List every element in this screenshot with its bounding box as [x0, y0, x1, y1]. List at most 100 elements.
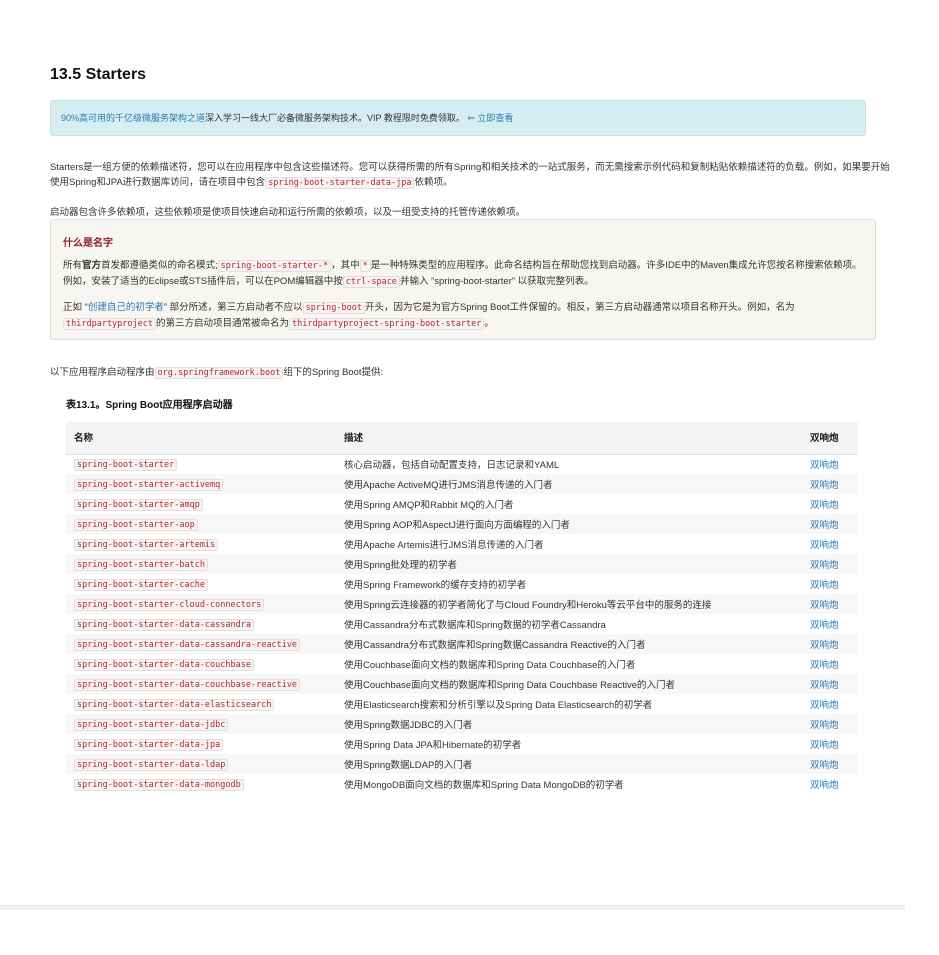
starter-description: 使用Apache ActiveMQ进行JMS消息传递的入门者	[336, 474, 802, 494]
starter-description: 使用Couchbase面向文档的数据库和Spring Data Couchbas…	[344, 660, 636, 671]
starter-pom-cell: 双响炮	[802, 774, 858, 794]
intro-paragraph-1: Starters是一组方便的依赖描述符，您可以在应用程序中包含这些描述符。您可以…	[50, 161, 890, 189]
inline-code: spring-boot-starter-data-jpa	[265, 176, 415, 189]
starter-description: 使用Couchbase面向文档的数据库和Spring Data Couchbas…	[336, 674, 802, 694]
column-header-pom: 双响炮	[802, 422, 858, 455]
pom-link[interactable]: 双响炮	[810, 660, 839, 671]
starter-description: 使用Spring AOP和AspectJ进行面向方面编程的入门者	[336, 514, 802, 534]
starter-pom-cell: 双响炮	[802, 674, 858, 694]
document-content: 13.5 Starters 90%高可用的千亿级微服务架构之道深入学习一线大厂必…	[0, 0, 905, 905]
table-header-row: 名称 描述 双响炮	[66, 422, 858, 455]
table-row: spring-boot-starter-data-cassandra-react…	[66, 634, 858, 654]
starter-name-cell: spring-boot-starter-data-jpa	[66, 734, 336, 754]
starter-name-cell: spring-boot-starter-cloud-connectors	[66, 594, 336, 614]
table-caption: 表13.1。Spring Boot应用程序启动器	[66, 400, 233, 411]
promo-banner: 90%高可用的千亿级微服务架构之道深入学习一线大厂必备微服务架构技术。VIP 教…	[50, 100, 866, 136]
starter-pom-cell: 双响炮	[802, 534, 858, 554]
starter-name: spring-boot-starter-data-cassandra-react…	[74, 638, 301, 651]
promo-link[interactable]: 90%高可用的千亿级微服务架构之道	[61, 113, 205, 123]
starter-name-cell: spring-boot-starter-data-elasticsearch	[66, 694, 336, 714]
pom-link[interactable]: 双响炮	[810, 720, 839, 731]
starter-pom-cell: 双响炮	[802, 554, 858, 574]
starter-name-cell: spring-boot-starter-data-jdbc	[66, 714, 336, 734]
table-row: spring-boot-starter-aop 使用Spring AOP和Aspe…	[66, 514, 858, 534]
starter-name-cell: spring-boot-starter	[66, 454, 336, 474]
starter-name: spring-boot-starter-data-jdbc	[74, 718, 229, 731]
starter-name-cell: spring-boot-starter-amqp	[66, 494, 336, 514]
inline-code: *	[359, 260, 371, 272]
starter-description: 使用Cassandra分布式数据库和Spring数据的初学者Cassandra	[344, 620, 606, 631]
starter-description: 使用Elasticsearch搜索和分析引擎以及Spring Data Elas…	[344, 700, 653, 711]
starter-name: spring-boot-starter-batch	[74, 558, 208, 571]
starter-description: 使用Spring数据LDAP的入门者	[336, 754, 802, 774]
starter-pom-cell: 双响炮	[802, 594, 858, 614]
table-row: spring-boot-starter-cache 使用Spring Framew…	[66, 574, 858, 594]
starter-description: 使用Spring云连接器的初学者简化了与Cloud Foundry和Heroku…	[336, 594, 802, 614]
starter-pom-cell: 双响炮	[802, 714, 858, 734]
pom-link[interactable]: 双响炮	[810, 780, 839, 791]
intro-paragraph-2: 启动器包含许多依赖项，这些依赖项是使项目快速启动和运行所需的依赖项，以及一组受支…	[50, 206, 526, 218]
table-row: spring-boot-starter-data-couchbase-react…	[66, 674, 858, 694]
starter-pom-cell: 双响炮	[802, 474, 858, 494]
table-row: spring-boot-starter-data-couchbase 使用Couc…	[66, 654, 858, 674]
table-row: spring-boot-starter-batch 使用Spring批处理的初学者…	[66, 554, 858, 574]
starter-name-cell: spring-boot-starter-cache	[66, 574, 336, 594]
inline-code: thirdpartyproject-spring-boot-starter	[289, 318, 485, 330]
starter-pom-cell: 双响炮	[802, 634, 858, 654]
pom-link[interactable]: 双响炮	[810, 500, 839, 511]
table-row: spring-boot-starter 核心启动器，包括自动配置支持，日志记录和Y…	[66, 454, 858, 474]
starter-name-cell: spring-boot-starter-data-couchbase	[66, 654, 336, 674]
table-row: spring-boot-starter-data-jpa 使用Spring Dat…	[66, 734, 858, 754]
create-starter-link[interactable]: 创建自己的初学者	[88, 302, 164, 313]
pom-link[interactable]: 双响炮	[810, 760, 839, 771]
pom-link[interactable]: 双响炮	[810, 740, 839, 751]
pom-link[interactable]: 双响炮	[810, 700, 839, 711]
starter-pom-cell: 双响炮	[802, 574, 858, 594]
starter-pom-cell: 双响炮	[802, 694, 858, 714]
starter-name: spring-boot-starter-data-mongodb	[74, 778, 244, 791]
note-title: 什么是名字	[63, 238, 113, 249]
starter-name-cell: spring-boot-starter-data-couchbase-react…	[66, 674, 336, 694]
naming-note-box: 什么是名字 所有官方首发都遵循类似的命名模式; spring-boot-start…	[50, 219, 876, 340]
pom-link[interactable]: 双响炮	[810, 620, 839, 631]
starter-name: spring-boot-starter-cloud-connectors	[74, 598, 265, 611]
starter-pom-cell: 双响炮	[802, 454, 858, 474]
starter-name: spring-boot-starter-artemis	[74, 538, 219, 551]
starter-pom-cell: 双响炮	[802, 614, 858, 634]
starter-name: spring-boot-starter-data-couchbase	[74, 658, 254, 671]
starter-name-cell: spring-boot-starter-data-cassandra-react…	[66, 634, 336, 654]
starter-name: spring-boot-starter-cache	[74, 578, 208, 591]
starters-table: 名称 描述 双响炮 spring-boot-starter 核心启动器，包括自动配…	[66, 422, 858, 794]
provided-paragraph: 以下应用程序启动程序由 org.springframework.boot 组下的Sp…	[50, 366, 384, 379]
starter-name: spring-boot-starter-aop	[74, 518, 198, 531]
table-row: spring-boot-starter-data-cassandra 使用Cass…	[66, 614, 858, 634]
starter-name-cell: spring-boot-starter-artemis	[66, 534, 336, 554]
table-row: spring-boot-starter-data-elasticsearch 使用…	[66, 694, 858, 714]
starter-name: spring-boot-starter-data-couchbase-react…	[74, 678, 301, 691]
inline-code: thirdpartyproject	[63, 318, 156, 330]
pom-link[interactable]: 双响炮	[810, 600, 839, 611]
table-row: spring-boot-starter-amqp 使用Spring AMQP和Ra…	[66, 494, 858, 514]
inline-code: org.springframework.boot	[154, 366, 284, 379]
pom-link[interactable]: 双响炮	[810, 460, 839, 471]
pom-link[interactable]: 双响炮	[810, 680, 839, 691]
starter-name-cell: spring-boot-starter-batch	[66, 554, 336, 574]
starter-name-cell: spring-boot-starter-data-ldap	[66, 754, 336, 774]
pom-link[interactable]: 双响炮	[810, 580, 839, 591]
pom-link[interactable]: 双响炮	[810, 520, 839, 531]
note-paragraph-1: 所有官方首发都遵循类似的命名模式; spring-boot-starter-* ，其…	[63, 260, 862, 288]
starter-name-cell: spring-boot-starter-aop	[66, 514, 336, 534]
promo-cta-link[interactable]: ⇐ 立即查看	[467, 113, 513, 123]
starter-name-cell: spring-boot-starter-activemq	[66, 474, 336, 494]
starter-name-cell: spring-boot-starter-data-cassandra	[66, 614, 336, 634]
starter-description: 使用Apache Artemis进行JMS消息传递的入门者	[344, 540, 544, 551]
promo-text: 深入学习一线大厂必备微服务架构技术。VIP 教程限时免费领取。	[205, 113, 465, 123]
pom-link[interactable]: 双响炮	[810, 640, 839, 651]
starter-name: spring-boot-starter-data-ldap	[74, 758, 229, 771]
starter-pom-cell: 双响炮	[802, 734, 858, 754]
pom-link[interactable]: 双响炮	[810, 480, 839, 491]
table-row: spring-boot-starter-activemq 使用Apache Act…	[66, 474, 858, 494]
starter-name: spring-boot-starter-data-elasticsearch	[74, 698, 275, 711]
pom-link[interactable]: 双响炮	[810, 560, 839, 571]
pom-link[interactable]: 双响炮	[810, 540, 839, 551]
